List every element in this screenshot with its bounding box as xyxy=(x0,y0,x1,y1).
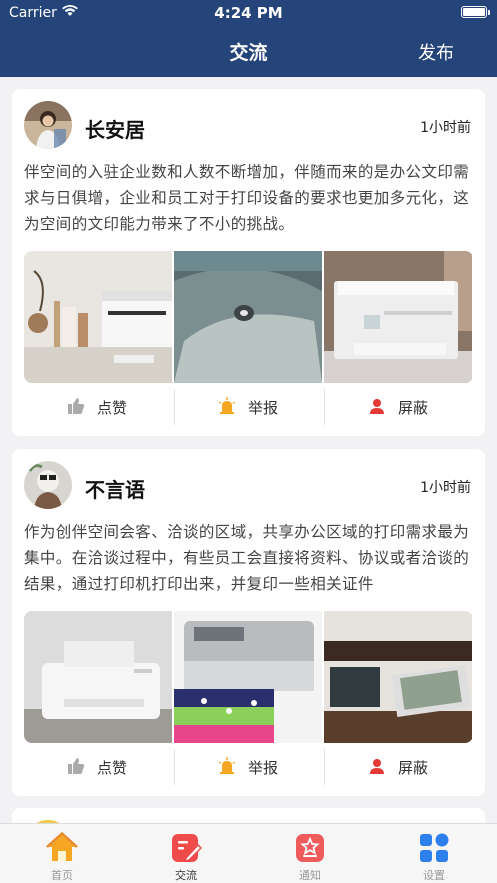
post-images xyxy=(24,611,473,743)
post-card: 长安居 1小时前 伴空间的入驻企业数和人数不断增加，伴随而来的是办公文印需求与日… xyxy=(12,89,485,436)
report-label: 举报 xyxy=(248,399,279,417)
tab-bar: 首页 交流 通知 设置 xyxy=(0,823,497,883)
post-image[interactable] xyxy=(324,251,472,383)
post-content: 作为创伴空间会客、洽谈的区域，共享办公区域的打印需求最为集中。在洽谈过程中，有些… xyxy=(24,523,470,593)
user-block-icon xyxy=(370,399,384,414)
avatar[interactable] xyxy=(24,101,72,149)
tab-label: 首页 xyxy=(51,869,73,882)
post-image[interactable] xyxy=(174,611,322,743)
status-bar: Carrier 4:24 PM xyxy=(0,0,497,26)
tab-settings[interactable]: 设置 xyxy=(372,824,496,883)
notice-icon xyxy=(296,834,324,862)
post-actions: 点赞 举报 屏蔽 xyxy=(24,749,473,785)
user-block-icon xyxy=(370,759,384,774)
tab-label: 设置 xyxy=(423,869,445,882)
alarm-icon xyxy=(218,397,236,414)
grid-icon xyxy=(420,833,449,862)
edit-icon xyxy=(172,834,202,863)
block-button[interactable]: 屏蔽 xyxy=(324,389,474,425)
battery-icon xyxy=(461,6,487,18)
post-image[interactable] xyxy=(174,251,322,383)
username[interactable]: 长安居 xyxy=(85,114,145,143)
publish-button[interactable]: 发布 xyxy=(418,39,454,65)
tab-exchange[interactable]: 交流 xyxy=(124,824,248,883)
block-label: 屏蔽 xyxy=(398,399,429,417)
post-actions: 点赞 举报 屏蔽 xyxy=(24,389,473,425)
post-images xyxy=(24,251,473,383)
thumbs-up-icon xyxy=(68,398,85,414)
post-card: 不言语 1小时前 作为创伴空间会客、洽谈的区域，共享办公区域的打印需求最为集中。… xyxy=(12,449,485,796)
report-button[interactable]: 举报 xyxy=(174,389,324,425)
post-image[interactable] xyxy=(24,251,172,383)
thumbs-up-icon xyxy=(68,758,85,774)
post-time: 1小时前 xyxy=(420,120,471,136)
top-header: Carrier 4:24 PM 交流 发布 xyxy=(0,0,497,77)
post-content: 伴空间的入驻企业数和人数不断增加，伴随而来的是办公文印需求与日俱增，企业和员工对… xyxy=(24,163,470,233)
like-label: 点赞 xyxy=(97,759,128,777)
block-label: 屏蔽 xyxy=(398,759,429,777)
tab-notice[interactable]: 通知 xyxy=(248,824,372,883)
report-label: 举报 xyxy=(248,759,279,777)
tab-label: 通知 xyxy=(299,869,321,882)
battery-tip xyxy=(488,10,490,15)
post-image[interactable] xyxy=(24,611,172,743)
like-button[interactable]: 点赞 xyxy=(24,749,174,785)
home-icon xyxy=(46,832,78,861)
block-button[interactable]: 屏蔽 xyxy=(324,749,474,785)
tab-home[interactable]: 首页 xyxy=(0,824,124,883)
avatar[interactable] xyxy=(24,461,72,509)
username[interactable]: 不言语 xyxy=(85,474,145,503)
report-button[interactable]: 举报 xyxy=(174,749,324,785)
post-image[interactable] xyxy=(324,611,472,743)
status-time: 4:24 PM xyxy=(214,4,283,22)
post-time: 1小时前 xyxy=(420,480,471,496)
alarm-icon xyxy=(218,757,236,774)
tab-label: 交流 xyxy=(175,869,197,882)
like-label: 点赞 xyxy=(97,399,128,417)
like-button[interactable]: 点赞 xyxy=(24,389,174,425)
